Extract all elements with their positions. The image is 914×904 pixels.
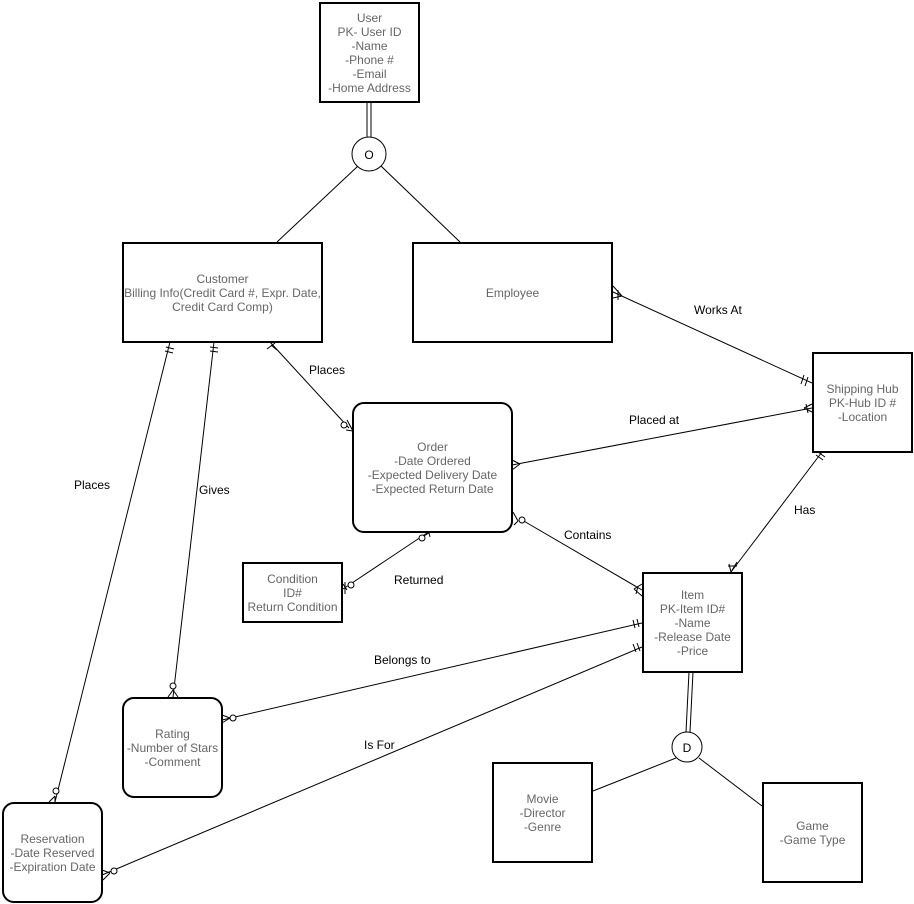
entity-condition[interactable]: Condition ID# Return Condition	[242, 562, 343, 623]
entity-movie-text: Movie -Director -Genre	[519, 791, 566, 834]
label-placed-at: Placed at	[629, 413, 680, 427]
entity-reservation-text: Reservation -Date Reserved -Expiration D…	[9, 831, 96, 874]
overlap-to-customer-line	[276, 165, 359, 243]
item-specialization-line-a	[685, 671, 690, 733]
entity-order[interactable]: Order -Date Ordered -Expected Delivery D…	[352, 402, 513, 533]
overlap-symbol: O	[364, 148, 373, 162]
works-at-one-marker	[800, 374, 809, 387]
label-is-for: Is For	[364, 738, 395, 752]
entity-user-text: User PK- User ID -Name -Phone # -Email -…	[328, 10, 411, 95]
belongs-to-zero-marker	[229, 714, 237, 722]
label-works-at: Works At	[694, 303, 742, 317]
overlap-to-employee-line	[380, 165, 461, 243]
places-reservation-one-marker	[164, 346, 175, 354]
entity-employee[interactable]: Employee	[412, 242, 613, 343]
entity-game[interactable]: Game -Game Type	[762, 782, 863, 883]
customer-places-order-line	[269, 341, 350, 429]
overlap-circle: O	[351, 136, 387, 172]
disjoint-to-movie-line	[592, 757, 677, 792]
entity-item-text: Item PK-Item ID# -Name -Release Date -Pr…	[654, 587, 731, 658]
entity-shipping-hub-text: Shipping Hub PK-Hub ID # -Location	[826, 381, 899, 424]
disjoint-to-game-line	[698, 757, 763, 807]
entity-movie[interactable]: Movie -Director -Genre	[492, 762, 593, 863]
entity-shipping-hub[interactable]: Shipping Hub PK-Hub ID # -Location	[812, 352, 913, 453]
item-specialization-line-b	[689, 671, 694, 733]
entity-customer-text: Customer Billing Info(Credit Card #, Exp…	[124, 271, 321, 314]
entity-user[interactable]: User PK- User ID -Name -Phone # -Email -…	[319, 2, 420, 103]
entity-condition-text: Condition ID# Return Condition	[247, 571, 338, 614]
entity-rating-text: Rating -Number of Stars -Comment	[126, 726, 219, 769]
label-has: Has	[794, 503, 816, 517]
is-for-zero-marker	[110, 867, 118, 875]
label-returned: Returned	[394, 573, 444, 587]
label-gives: Gives	[199, 483, 230, 497]
contains-order-marker	[512, 511, 519, 526]
entity-customer[interactable]: Customer Billing Info(Credit Card #, Exp…	[122, 242, 323, 343]
entity-game-text: Game -Game Type	[779, 818, 846, 847]
belongs-to-line	[221, 622, 643, 721]
label-contains: Contains	[564, 528, 612, 542]
returned-condition-zero-marker	[347, 581, 355, 589]
label-customer-places-order: Places	[309, 363, 346, 377]
label-customer-places-reservation: Places	[74, 478, 111, 492]
entity-rating[interactable]: Rating -Number of Stars -Comment	[122, 697, 223, 798]
contains-zero-marker	[518, 516, 526, 524]
disjoint-circle: D	[671, 731, 703, 763]
disjoint-symbol: D	[683, 741, 692, 755]
entity-order-text: Order -Date Ordered -Expected Delivery D…	[367, 439, 498, 496]
entity-employee-text: Employee	[485, 285, 540, 300]
places-order-zero-marker	[340, 421, 348, 429]
gives-one-marker	[209, 346, 219, 353]
label-belongs-to: Belongs to	[374, 653, 431, 667]
entity-reservation[interactable]: Reservation -Date Reserved -Expiration D…	[2, 802, 103, 903]
gives-zero-marker	[169, 682, 177, 690]
places-reservation-zero-marker	[52, 787, 60, 795]
entity-item[interactable]: Item PK-Item ID# -Name -Release Date -Pr…	[642, 572, 743, 673]
gives-line	[172, 341, 215, 698]
belongs-to-one-marker	[632, 618, 640, 629]
